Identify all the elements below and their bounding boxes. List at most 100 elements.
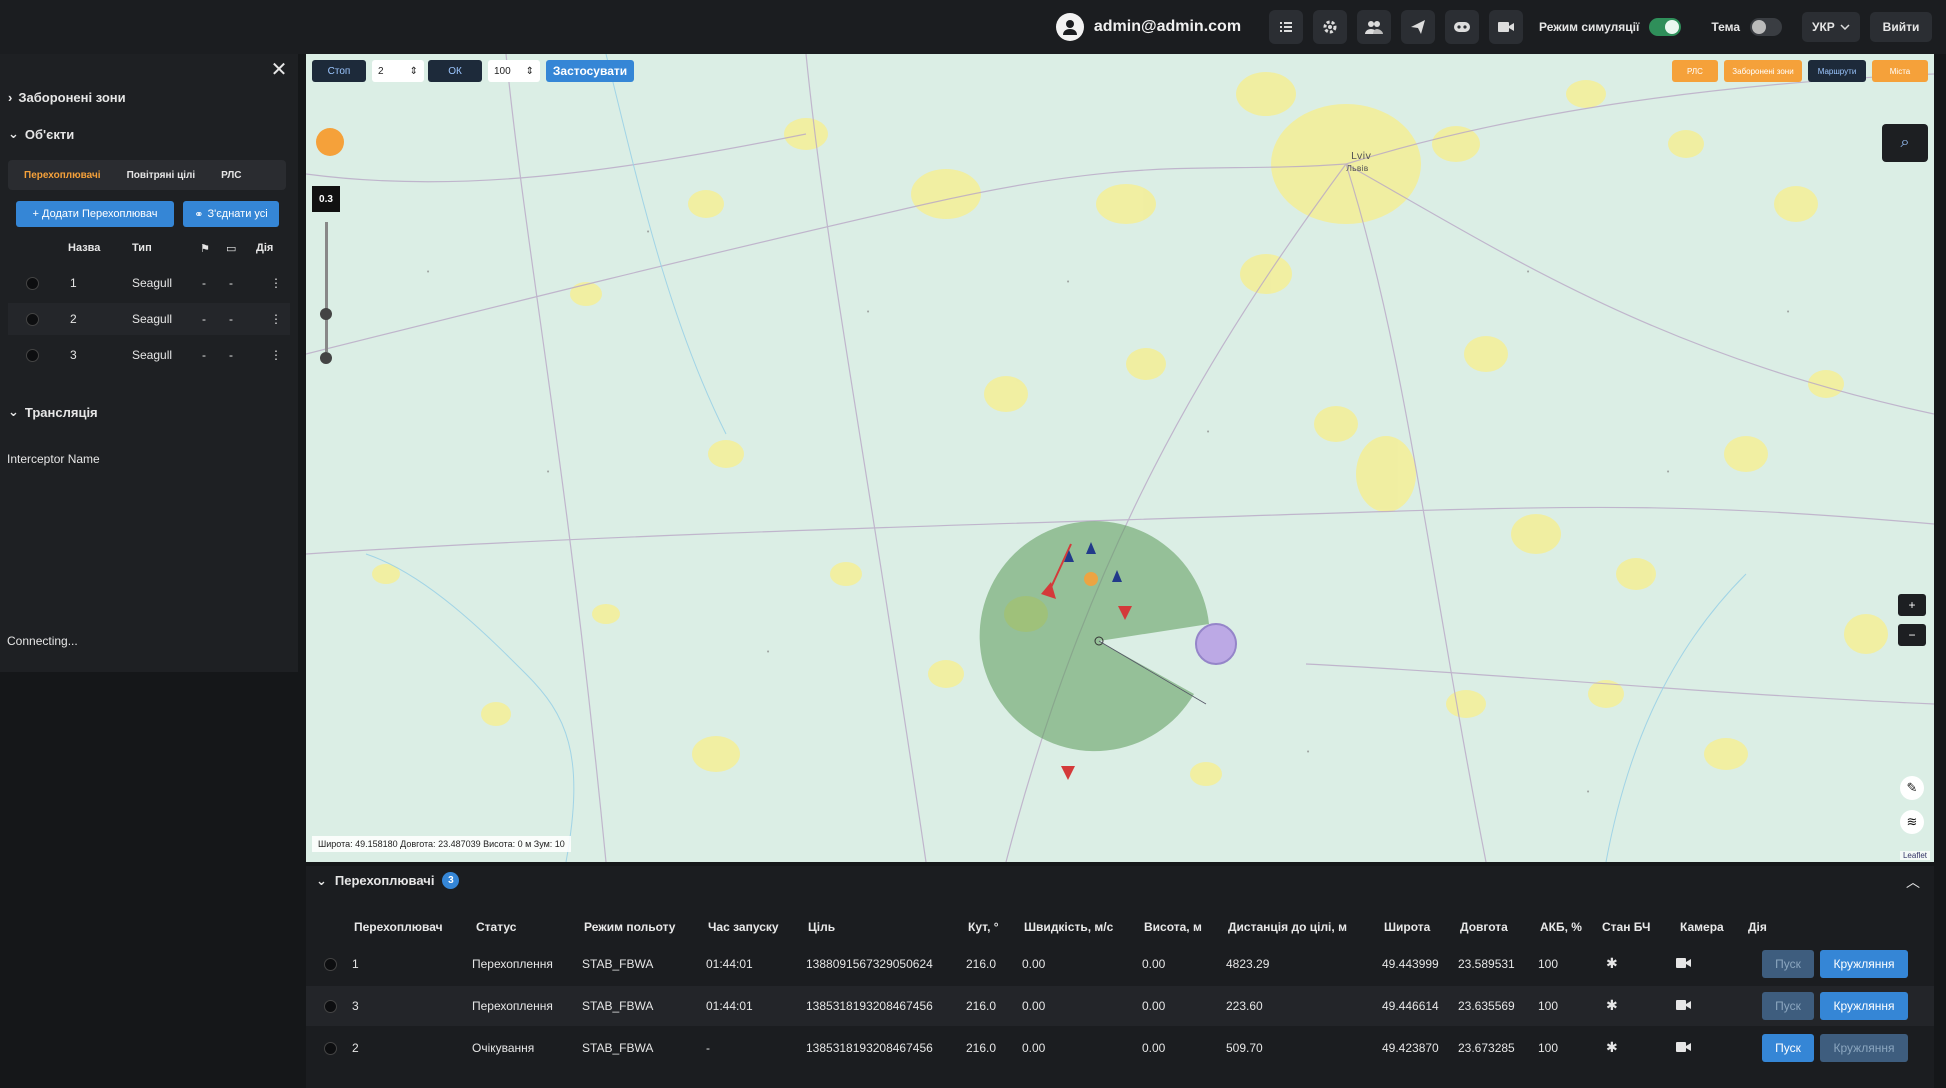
loiter-button[interactable]: Кружляння bbox=[1820, 950, 1908, 978]
svg-text:•: • bbox=[1206, 428, 1210, 436]
layers-icon[interactable]: ≋ bbox=[1900, 810, 1924, 834]
svg-text:•: • bbox=[426, 268, 430, 276]
stop-button[interactable]: Стоп bbox=[312, 60, 366, 82]
theme-toggle[interactable]: Тема bbox=[1711, 18, 1782, 36]
apply-button[interactable]: Застосувати bbox=[546, 60, 634, 82]
zoom-slider-handle[interactable] bbox=[320, 308, 332, 320]
svg-text:•: • bbox=[1786, 308, 1790, 316]
warhead-icon: ✱ bbox=[1606, 1039, 1618, 1055]
table-row[interactable]: 1 Seagull - - ⋮ bbox=[8, 267, 290, 299]
table-row[interactable]: 2 Очікування STAB_FBWA - 138531819320846… bbox=[306, 1028, 1934, 1068]
close-sidebar-button[interactable]: ✕ bbox=[268, 58, 290, 81]
more-icon[interactable]: ⋮ bbox=[270, 312, 282, 326]
close-icon: ✕ bbox=[270, 58, 288, 81]
table-row[interactable]: 2 Seagull - - ⋮ bbox=[8, 303, 290, 335]
layer-cities-button[interactable]: Міста bbox=[1872, 60, 1928, 82]
send-button[interactable] bbox=[1401, 10, 1436, 44]
layer-radar-button[interactable]: РЛС bbox=[1672, 60, 1718, 82]
logout-button[interactable]: Вийти bbox=[1870, 12, 1932, 42]
list-icon bbox=[1280, 22, 1293, 32]
table-row[interactable]: 3 Seagull - - ⋮ bbox=[8, 339, 290, 371]
cell-status: Перехоплення bbox=[472, 999, 553, 1013]
section-restricted-zones[interactable]: › Заборонені зони bbox=[8, 90, 126, 105]
speed-input[interactable]: 2 ⇕ bbox=[372, 60, 424, 82]
svg-text:•: • bbox=[766, 648, 770, 656]
status-dot bbox=[26, 277, 39, 290]
cell-latitude: 49.443999 bbox=[1382, 957, 1439, 971]
camera-icon[interactable] bbox=[1676, 957, 1692, 972]
cell-mode: STAB_FBWA bbox=[582, 999, 654, 1013]
camera-icon[interactable] bbox=[1676, 1041, 1692, 1056]
users-button[interactable] bbox=[1357, 10, 1392, 44]
zoom-slider-track[interactable] bbox=[325, 222, 328, 352]
loiter-button[interactable]: Кружляння bbox=[1820, 992, 1908, 1020]
gamepad-button[interactable] bbox=[1445, 10, 1480, 44]
top-bar: admin@admin.com Режим симуляції Тема УКР… bbox=[0, 0, 1946, 54]
ok-button[interactable]: ОК bbox=[428, 60, 482, 82]
tab-interceptors[interactable]: Перехоплювачі bbox=[14, 166, 111, 185]
pencil-icon[interactable]: ✎ bbox=[1900, 776, 1924, 800]
user-menu[interactable]: admin@admin.com bbox=[1055, 13, 1241, 41]
settings-button[interactable] bbox=[1313, 10, 1348, 44]
section-title: Трансляція bbox=[24, 404, 98, 420]
row-name: 2 bbox=[70, 312, 77, 326]
interceptors-panel: ⌄ Перехоплювачі 3 ︿ Перехоплювач Статус … bbox=[306, 866, 1934, 1088]
drag-handle[interactable] bbox=[316, 128, 344, 156]
map-search-button[interactable]: ⌕ bbox=[1882, 124, 1928, 162]
table-row[interactable]: 1 Перехоплення STAB_FBWA 01:44:01 138809… bbox=[306, 944, 1934, 984]
col-speed: Швидкість, м/с bbox=[1024, 920, 1114, 934]
layer-restricted-button[interactable]: Заборонені зони bbox=[1724, 60, 1802, 82]
coordinates-readout: Широта: 49.158180 Довгота: 23.487039 Вис… bbox=[312, 836, 571, 852]
section-broadcast[interactable]: ⌄ Трансляція bbox=[8, 404, 98, 420]
cell-battery: 100 bbox=[1538, 957, 1559, 971]
cell-altitude: 0.00 bbox=[1142, 999, 1166, 1013]
zoom-slider-handle[interactable] bbox=[320, 352, 332, 364]
col-name: Назва bbox=[68, 242, 101, 254]
more-icon[interactable]: ⋮ bbox=[270, 276, 282, 290]
launch-button[interactable]: Пуск bbox=[1762, 950, 1814, 978]
theme-switch[interactable] bbox=[1750, 18, 1782, 36]
map-view[interactable]: • • • • • • • • • • • • Lviv Львів Стоп ОК 2 ⇕ 10… bbox=[306, 54, 1934, 862]
more-icon[interactable]: ⋮ bbox=[270, 348, 282, 362]
interceptors-panel-header[interactable]: ⌄ Перехоплювачі 3 bbox=[316, 872, 460, 889]
map-attribution[interactable]: Leaflet bbox=[1899, 851, 1930, 860]
add-interceptor-button[interactable]: + Додати Перехоплювач bbox=[16, 201, 174, 227]
col-battery: АКБ, % bbox=[1540, 920, 1582, 934]
collapse-icon[interactable]: ︿ bbox=[1906, 872, 1920, 892]
connect-all-button[interactable]: ⚭ З'єднати усі bbox=[183, 201, 279, 227]
section-objects[interactable]: ⌄ Об'єкти bbox=[8, 126, 74, 142]
loiter-button[interactable]: Кружляння bbox=[1820, 1034, 1908, 1062]
map-tiles: • • • • • • • • • • • • Lviv Львів bbox=[306, 54, 1934, 862]
col-angle: Кут, ° bbox=[968, 920, 999, 934]
camera-icon[interactable] bbox=[1676, 999, 1692, 1014]
row-type: Seagull bbox=[132, 312, 173, 326]
simulation-switch[interactable] bbox=[1649, 18, 1682, 36]
speed-value: 2 bbox=[378, 65, 384, 77]
tab-air-targets[interactable]: Повітряні цілі bbox=[117, 166, 206, 185]
col-action: Дія bbox=[256, 242, 274, 254]
layer-routes-button[interactable]: Маршрути bbox=[1808, 60, 1866, 82]
list-button[interactable] bbox=[1269, 10, 1304, 44]
user-icon bbox=[1055, 13, 1084, 41]
status-dot bbox=[324, 1042, 337, 1055]
zoom-in-button[interactable]: + bbox=[1898, 594, 1926, 616]
users-icon bbox=[1365, 21, 1384, 34]
stepper-icon[interactable]: ⇕ bbox=[410, 66, 418, 77]
flag-icon: ⚑ bbox=[200, 243, 210, 255]
scale-input[interactable]: 100 ⇕ bbox=[488, 60, 540, 82]
tab-radar[interactable]: РЛС bbox=[211, 166, 251, 185]
simulation-toggle[interactable]: Режим симуляції bbox=[1539, 18, 1682, 36]
video-button[interactable] bbox=[1489, 10, 1524, 44]
language-select[interactable]: УКР bbox=[1802, 12, 1860, 42]
cell-launch: 01:44:01 bbox=[706, 957, 753, 971]
language-value: УКР bbox=[1812, 20, 1835, 34]
section-title: Об'єкти bbox=[24, 126, 75, 142]
launch-button[interactable]: Пуск bbox=[1762, 992, 1814, 1020]
launch-button[interactable]: Пуск bbox=[1762, 1034, 1814, 1062]
zoom-out-button[interactable]: − bbox=[1898, 624, 1926, 646]
table-row[interactable]: 3 Перехоплення STAB_FBWA 01:44:01 138531… bbox=[306, 986, 1934, 1026]
origin-marker bbox=[1084, 572, 1098, 586]
cell-launch: - bbox=[706, 1041, 710, 1055]
stepper-icon[interactable]: ⇕ bbox=[526, 66, 534, 77]
zoom-level-badge: 0.3 bbox=[312, 186, 340, 212]
